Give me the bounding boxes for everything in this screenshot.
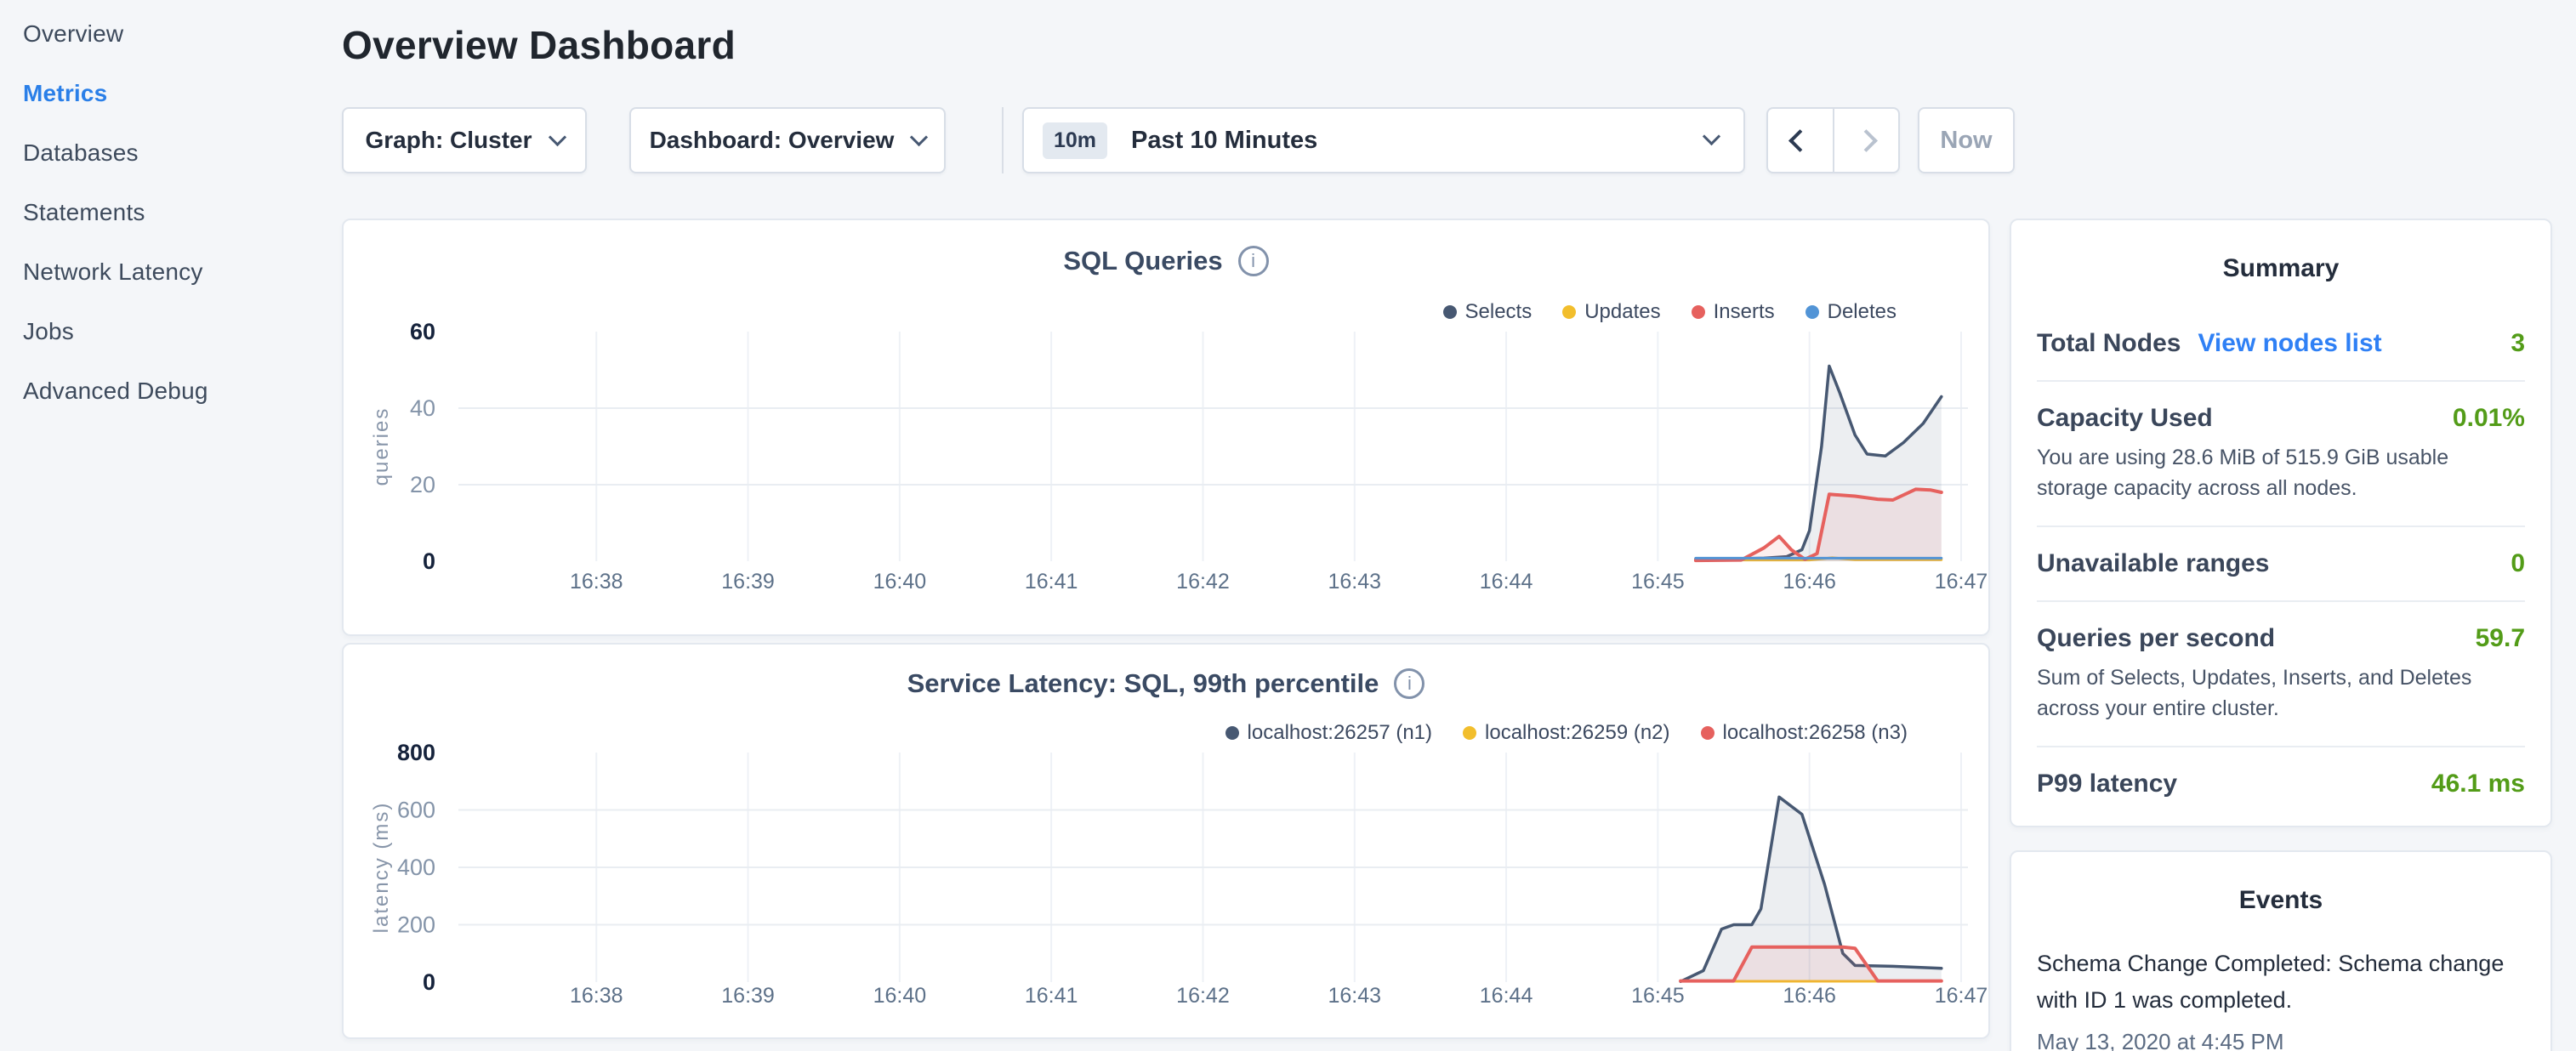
summary-label: Capacity Used: [2037, 404, 2213, 433]
summary-value: 46.1 ms: [2431, 770, 2525, 798]
svg-text:16:42: 16:42: [1176, 984, 1230, 1008]
dashboard-dropdown[interactable]: Dashboard: Overview: [629, 107, 946, 173]
summary-panel: Summary Total Nodes View nodes list 3 Ca…: [2010, 219, 2552, 827]
graph-scope-label: Graph: Cluster: [365, 127, 532, 154]
svg-text:16:39: 16:39: [721, 984, 775, 1008]
svg-text:16:43: 16:43: [1328, 984, 1381, 1008]
svg-text:200: 200: [397, 912, 435, 938]
svg-text:40: 40: [410, 395, 435, 421]
svg-text:16:44: 16:44: [1480, 570, 1533, 594]
event-text[interactable]: Schema Change Completed: Schema change w…: [2037, 946, 2525, 1019]
service-latency-card: Service Latency: SQL, 99th percentile i …: [342, 643, 1990, 1039]
toolbar-divider: [1002, 107, 1004, 173]
sidebar-item-metrics[interactable]: Metrics: [23, 80, 340, 107]
sql-queries-card: SQL Queries i SelectsUpdatesInsertsDelet…: [342, 219, 1990, 636]
event-timestamp: May 13, 2020 at 4:45 PM: [2037, 1029, 2525, 1051]
svg-text:400: 400: [397, 855, 435, 880]
summary-row-unavailable-ranges: Unavailable ranges 0: [2037, 526, 2525, 600]
summary-value: 0.01%: [2453, 404, 2525, 433]
chevron-down-icon: [910, 128, 928, 146]
sidebar-item-overview[interactable]: Overview: [23, 20, 340, 48]
time-range-label: Past 10 Minutes: [1131, 127, 1317, 155]
summary-label: Queries per second: [2037, 624, 2275, 653]
svg-text:queries: queries: [370, 407, 393, 486]
svg-text:16:38: 16:38: [570, 570, 623, 594]
sidebar: Overview Metrics Databases Statements Ne…: [0, 0, 340, 1051]
summary-label: Total Nodes: [2037, 329, 2181, 358]
summary-label: P99 latency: [2037, 770, 2177, 798]
svg-text:16:45: 16:45: [1631, 570, 1685, 594]
chevron-down-icon: [548, 128, 566, 146]
svg-text:16:40: 16:40: [873, 984, 927, 1008]
summary-value: 59.7: [2476, 624, 2525, 653]
sidebar-item-advanced-debug[interactable]: Advanced Debug: [23, 378, 340, 405]
svg-text:16:38: 16:38: [570, 984, 623, 1008]
svg-text:16:39: 16:39: [721, 570, 775, 594]
svg-text:16:43: 16:43: [1328, 570, 1381, 594]
svg-text:20: 20: [410, 472, 435, 497]
sidebar-item-databases[interactable]: Databases: [23, 139, 340, 167]
time-range-dropdown[interactable]: 10m Past 10 Minutes: [1022, 107, 1745, 173]
svg-text:60: 60: [410, 319, 435, 344]
events-panel: Events Schema Change Completed: Schema c…: [2010, 850, 2552, 1051]
sql-queries-chart[interactable]: 16:38 16:39 16:40 16:41 16:42 16:43 16:44 16:45…: [344, 220, 1988, 634]
toolbar: Graph: Cluster Dashboard: Overview 10m P…: [342, 107, 2015, 173]
svg-text:16:41: 16:41: [1025, 570, 1078, 594]
page-title: Overview Dashboard: [342, 22, 736, 68]
now-label: Now: [1940, 127, 1992, 155]
time-range-badge: 10m: [1043, 122, 1107, 159]
graph-scope-dropdown[interactable]: Graph: Cluster: [342, 107, 587, 173]
chevron-right-icon: [1855, 129, 1878, 152]
chevron-left-icon: [1788, 129, 1811, 152]
summary-subtext: Sum of Selects, Updates, Inserts, and De…: [2037, 663, 2525, 724]
svg-text:16:42: 16:42: [1176, 570, 1230, 594]
svg-text:16:45: 16:45: [1631, 984, 1685, 1008]
svg-text:0: 0: [423, 548, 435, 574]
summary-row-queries-per-second: Queries per second 59.7 Sum of Selects, …: [2037, 600, 2525, 746]
svg-text:16:47: 16:47: [1935, 984, 1988, 1008]
events-title: Events: [2011, 852, 2550, 915]
chevron-down-icon: [1703, 128, 1720, 145]
summary-row-p99-latency: P99 latency 46.1 ms: [2037, 746, 2525, 821]
summary-title: Summary: [2011, 220, 2550, 283]
summary-subtext: You are using 28.6 MiB of 515.9 GiB usab…: [2037, 443, 2525, 503]
now-button[interactable]: Now: [1918, 107, 2015, 173]
svg-text:latency (ms): latency (ms): [370, 802, 393, 934]
svg-text:16:44: 16:44: [1480, 984, 1533, 1008]
svg-text:800: 800: [397, 740, 435, 765]
view-nodes-list-link[interactable]: View nodes list: [2198, 329, 2381, 358]
summary-value: 0: [2511, 549, 2525, 578]
svg-text:16:46: 16:46: [1783, 984, 1836, 1008]
service-latency-chart[interactable]: 16:38 16:39 16:40 16:41 16:42 16:43 16:44 16:45…: [344, 645, 1988, 1037]
svg-text:0: 0: [423, 969, 435, 995]
sidebar-item-network-latency[interactable]: Network Latency: [23, 258, 340, 286]
summary-value: 3: [2511, 329, 2525, 358]
svg-text:600: 600: [397, 798, 435, 823]
svg-text:16:47: 16:47: [1935, 570, 1988, 594]
time-next-button[interactable]: [1833, 109, 1899, 172]
sidebar-item-jobs[interactable]: Jobs: [23, 318, 340, 345]
summary-label: Unavailable ranges: [2037, 549, 2269, 578]
svg-text:16:41: 16:41: [1025, 984, 1078, 1008]
sidebar-item-statements[interactable]: Statements: [23, 199, 340, 226]
summary-row-total-nodes: Total Nodes View nodes list 3: [2037, 307, 2525, 380]
time-prev-button[interactable]: [1768, 109, 1833, 172]
svg-text:16:40: 16:40: [873, 570, 927, 594]
summary-row-capacity-used: Capacity Used 0.01% You are using 28.6 M…: [2037, 380, 2525, 526]
time-pager: [1766, 107, 1900, 173]
svg-text:16:46: 16:46: [1783, 570, 1836, 594]
dashboard-label: Dashboard: Overview: [650, 127, 895, 154]
